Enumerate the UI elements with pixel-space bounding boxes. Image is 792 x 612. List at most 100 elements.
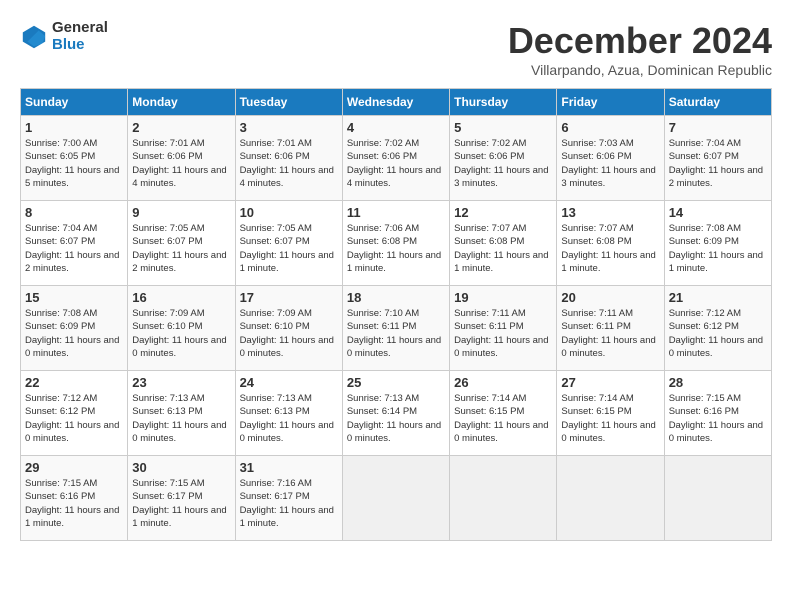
calendar-week-3: 15Sunrise: 7:08 AMSunset: 6:09 PMDayligh… <box>21 286 772 371</box>
calendar-week-2: 8 Sunrise: 7:04 AMSunset: 6:07 PMDaylight… <box>21 201 772 286</box>
calendar-cell <box>664 456 771 541</box>
calendar-cell: 18 Sunrise: 7:10 AMSunset: 6:11 PMDayligh… <box>342 286 449 371</box>
day-info: Sunrise: 7:11 AMSunset: 6:11 PMDaylight:… <box>454 307 552 360</box>
day-number: 6 <box>561 120 659 135</box>
calendar-cell: 2 Sunrise: 7:01 AMSunset: 6:06 PMDaylight… <box>128 116 235 201</box>
calendar-cell: 12 Sunrise: 7:07 AMSunset: 6:08 PMDayligh… <box>450 201 557 286</box>
day-number: 18 <box>347 290 445 305</box>
calendar-cell: 15Sunrise: 7:08 AMSunset: 6:09 PMDayligh… <box>21 286 128 371</box>
day-number: 30 <box>132 460 230 475</box>
calendar-cell <box>450 456 557 541</box>
day-number: 8 <box>25 205 123 220</box>
day-number: 11 <box>347 205 445 220</box>
calendar-cell: 25 Sunrise: 7:13 AMSunset: 6:14 PMDayligh… <box>342 371 449 456</box>
calendar-cell: 17 Sunrise: 7:09 AMSunset: 6:10 PMDayligh… <box>235 286 342 371</box>
calendar-cell <box>557 456 664 541</box>
calendar-cell: 6 Sunrise: 7:03 AMSunset: 6:06 PMDaylight… <box>557 116 664 201</box>
day-info: Sunrise: 7:01 AMSunset: 6:06 PMDaylight:… <box>240 137 338 190</box>
day-number: 2 <box>132 120 230 135</box>
day-info: Sunrise: 7:15 AMSunset: 6:17 PMDaylight:… <box>132 477 230 530</box>
day-info: Sunrise: 7:01 AMSunset: 6:06 PMDaylight:… <box>132 137 230 190</box>
day-info: Sunrise: 7:03 AMSunset: 6:06 PMDaylight:… <box>561 137 659 190</box>
calendar-cell: 26Sunrise: 7:14 AMSunset: 6:15 PMDayligh… <box>450 371 557 456</box>
calendar-cell: 9 Sunrise: 7:05 AMSunset: 6:07 PMDaylight… <box>128 201 235 286</box>
day-info: Sunrise: 7:06 AMSunset: 6:08 PMDaylight:… <box>347 222 445 275</box>
header-tuesday: Tuesday <box>235 89 342 116</box>
day-number: 17 <box>240 290 338 305</box>
day-info: Sunrise: 7:12 AMSunset: 6:12 PMDaylight:… <box>25 392 123 445</box>
calendar-week-4: 22 Sunrise: 7:12 AMSunset: 6:12 PMDayligh… <box>21 371 772 456</box>
calendar-cell: 19 Sunrise: 7:11 AMSunset: 6:11 PMDayligh… <box>450 286 557 371</box>
calendar-cell: 29Sunrise: 7:15 AMSunset: 6:16 PMDayligh… <box>21 456 128 541</box>
page-header: General Blue December 2024 Villarpando, … <box>20 20 772 78</box>
day-number: 1 <box>25 120 123 135</box>
calendar-week-1: 1 Sunrise: 7:00 AMSunset: 6:05 PMDaylight… <box>21 116 772 201</box>
calendar-cell: 8 Sunrise: 7:04 AMSunset: 6:07 PMDaylight… <box>21 201 128 286</box>
calendar-cell: 31Sunrise: 7:16 AMSunset: 6:17 PMDayligh… <box>235 456 342 541</box>
calendar-cell: 21Sunrise: 7:12 AMSunset: 6:12 PMDayligh… <box>664 286 771 371</box>
day-info: Sunrise: 7:11 AMSunset: 6:11 PMDaylight:… <box>561 307 659 360</box>
calendar-cell: 1 Sunrise: 7:00 AMSunset: 6:05 PMDaylight… <box>21 116 128 201</box>
header-friday: Friday <box>557 89 664 116</box>
day-info: Sunrise: 7:02 AMSunset: 6:06 PMDaylight:… <box>347 137 445 190</box>
day-number: 19 <box>454 290 552 305</box>
header-thursday: Thursday <box>450 89 557 116</box>
day-info: Sunrise: 7:10 AMSunset: 6:11 PMDaylight:… <box>347 307 445 360</box>
day-info: Sunrise: 7:05 AMSunset: 6:07 PMDaylight:… <box>240 222 338 275</box>
calendar-cell: 13 Sunrise: 7:07 AMSunset: 6:08 PMDayligh… <box>557 201 664 286</box>
header-sunday: Sunday <box>21 89 128 116</box>
location-subtitle: Villarpando, Azua, Dominican Republic <box>508 62 772 78</box>
day-info: Sunrise: 7:05 AMSunset: 6:07 PMDaylight:… <box>132 222 230 275</box>
day-info: Sunrise: 7:13 AMSunset: 6:14 PMDaylight:… <box>347 392 445 445</box>
day-info: Sunrise: 7:07 AMSunset: 6:08 PMDaylight:… <box>561 222 659 275</box>
day-number: 9 <box>132 205 230 220</box>
day-info: Sunrise: 7:08 AMSunset: 6:09 PMDaylight:… <box>669 222 767 275</box>
day-info: Sunrise: 7:14 AMSunset: 6:15 PMDaylight:… <box>561 392 659 445</box>
day-info: Sunrise: 7:07 AMSunset: 6:08 PMDaylight:… <box>454 222 552 275</box>
day-number: 5 <box>454 120 552 135</box>
day-number: 28 <box>669 375 767 390</box>
day-number: 20 <box>561 290 659 305</box>
calendar-cell: 16Sunrise: 7:09 AMSunset: 6:10 PMDayligh… <box>128 286 235 371</box>
day-info: Sunrise: 7:09 AMSunset: 6:10 PMDaylight:… <box>132 307 230 360</box>
title-block: December 2024 Villarpando, Azua, Dominic… <box>508 20 772 78</box>
logo-text: General Blue <box>52 20 108 53</box>
day-number: 25 <box>347 375 445 390</box>
logo: General Blue <box>20 20 108 53</box>
day-number: 24 <box>240 375 338 390</box>
calendar-cell: 10 Sunrise: 7:05 AMSunset: 6:07 PMDayligh… <box>235 201 342 286</box>
day-number: 12 <box>454 205 552 220</box>
header-row: SundayMondayTuesdayWednesdayThursdayFrid… <box>21 89 772 116</box>
day-number: 29 <box>25 460 123 475</box>
month-title: December 2024 <box>508 20 772 62</box>
day-number: 4 <box>347 120 445 135</box>
calendar-cell: 28 Sunrise: 7:15 AMSunset: 6:16 PMDayligh… <box>664 371 771 456</box>
day-info: Sunrise: 7:13 AMSunset: 6:13 PMDaylight:… <box>240 392 338 445</box>
calendar-cell: 22 Sunrise: 7:12 AMSunset: 6:12 PMDayligh… <box>21 371 128 456</box>
day-number: 27 <box>561 375 659 390</box>
day-number: 10 <box>240 205 338 220</box>
calendar-cell <box>342 456 449 541</box>
header-monday: Monday <box>128 89 235 116</box>
day-info: Sunrise: 7:12 AMSunset: 6:12 PMDaylight:… <box>669 307 767 360</box>
calendar-cell: 20 Sunrise: 7:11 AMSunset: 6:11 PMDayligh… <box>557 286 664 371</box>
day-number: 23 <box>132 375 230 390</box>
day-number: 15 <box>25 290 123 305</box>
day-info: Sunrise: 7:13 AMSunset: 6:13 PMDaylight:… <box>132 392 230 445</box>
logo-blue: Blue <box>52 37 108 54</box>
calendar-cell: 14Sunrise: 7:08 AMSunset: 6:09 PMDayligh… <box>664 201 771 286</box>
calendar-cell: 30 Sunrise: 7:15 AMSunset: 6:17 PMDayligh… <box>128 456 235 541</box>
day-info: Sunrise: 7:04 AMSunset: 6:07 PMDaylight:… <box>25 222 123 275</box>
calendar-header: SundayMondayTuesdayWednesdayThursdayFrid… <box>21 89 772 116</box>
calendar-week-5: 29Sunrise: 7:15 AMSunset: 6:16 PMDayligh… <box>21 456 772 541</box>
day-info: Sunrise: 7:09 AMSunset: 6:10 PMDaylight:… <box>240 307 338 360</box>
day-number: 22 <box>25 375 123 390</box>
day-info: Sunrise: 7:00 AMSunset: 6:05 PMDaylight:… <box>25 137 123 190</box>
calendar-cell: 24 Sunrise: 7:13 AMSunset: 6:13 PMDayligh… <box>235 371 342 456</box>
day-info: Sunrise: 7:15 AMSunset: 6:16 PMDaylight:… <box>669 392 767 445</box>
day-info: Sunrise: 7:04 AMSunset: 6:07 PMDaylight:… <box>669 137 767 190</box>
calendar-cell: 23 Sunrise: 7:13 AMSunset: 6:13 PMDayligh… <box>128 371 235 456</box>
calendar-cell: 11 Sunrise: 7:06 AMSunset: 6:08 PMDayligh… <box>342 201 449 286</box>
day-number: 13 <box>561 205 659 220</box>
day-info: Sunrise: 7:14 AMSunset: 6:15 PMDaylight:… <box>454 392 552 445</box>
